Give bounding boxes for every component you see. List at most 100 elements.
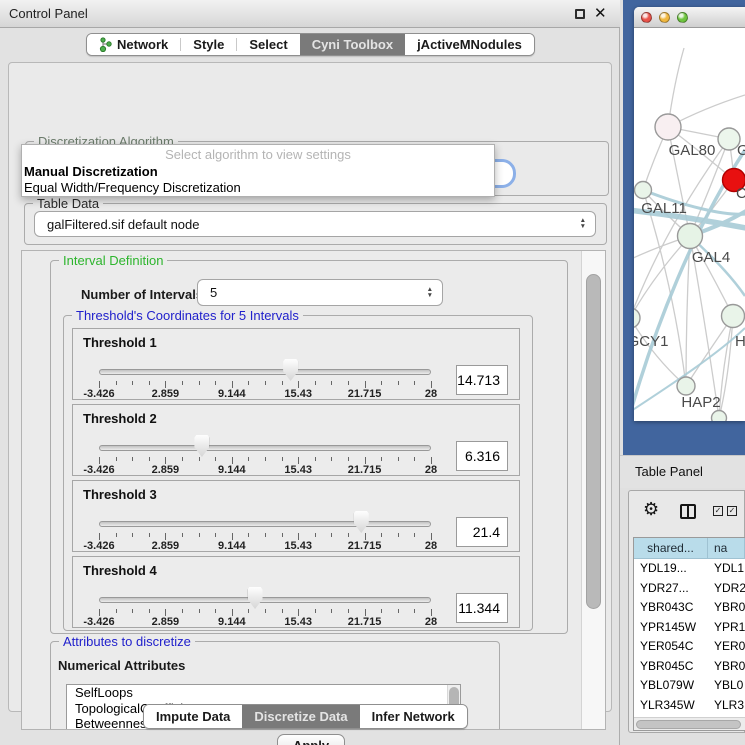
combobox-value: galFiltered.sif default node [47,217,199,232]
scrollbar-thumb[interactable] [636,720,741,729]
table-row[interactable]: YLR345W YLR3 [634,696,745,716]
table-cell: YDL19... [634,559,708,579]
control-panel-titlebar: Control Panel ✕ [0,0,620,28]
slider-thumb[interactable] [283,359,298,381]
table-row[interactable]: YPR145W YPR1 [634,618,745,638]
node-hap2[interactable] [677,377,695,395]
column-header-shared-name[interactable]: shared... [634,538,708,559]
tab-cyni-toolbox[interactable]: Cyni Toolbox [300,34,405,55]
tab-impute-data[interactable]: Impute Data [144,705,242,728]
table-row[interactable]: YBR043C YBR0 [634,598,745,618]
stepper-icon: ▲▼ [580,218,586,230]
slider-track[interactable] [99,445,431,451]
node-bottom[interactable] [712,411,727,422]
close-traffic-light[interactable] [641,12,652,23]
table-cell: YBR045C [634,657,708,677]
tab-style[interactable]: Style [181,34,236,55]
table-row[interactable]: YBL079W YBL0 [634,676,745,696]
table-cell: YDR2 [708,579,745,599]
table-cell: YER0 [708,637,745,657]
node-label: H [735,333,745,350]
table-panel: ⚙ ✓ ✓ shared... na YDL19... YDL1 YDR27..… [628,490,745,733]
tab-network[interactable]: Network [87,34,180,55]
table-cell: YPR145W [634,618,708,638]
network-canvas[interactable]: GAL80 G C GAL11 GAL4 GCY1 H HAP2 [634,28,745,421]
node-h[interactable] [722,305,745,328]
scale-label: -3.426 [83,616,114,628]
tab-discretize-data[interactable]: Discretize Data [242,705,359,728]
panel-title: Control Panel [9,6,88,21]
table-row[interactable]: YDR27... YDR2 [634,579,745,599]
node-label: GAL11 [641,200,687,217]
table-cell: YBR0 [708,657,745,677]
node-gal11[interactable] [635,182,652,199]
slider-scale-labels: -3.4262.8599.14415.4321.71528 [73,388,519,401]
threshold-label: Threshold 4 [83,563,157,578]
column-header-name[interactable]: na [708,538,745,559]
close-icon[interactable]: ✕ [594,4,607,22]
gear-icon[interactable]: ⚙ [643,499,659,520]
table-row[interactable]: YER054C YER0 [634,637,745,657]
cyni-mode-tabs: Impute Data Discretize Data Infer Networ… [143,704,468,729]
tab-select[interactable]: Select [237,34,299,55]
scale-label: 21.715 [348,388,382,400]
scale-label: 21.715 [348,464,382,476]
node-label: C [736,185,745,202]
attribute-item[interactable]: SelfLoops [67,685,460,701]
slider-thumb[interactable] [248,587,263,609]
table-cell: YDR27... [634,579,708,599]
threshold-panel: Threshold 1 -3.4262.8599.14415.4321.7152… [72,328,520,400]
threshold-label: Threshold 1 [83,335,157,350]
apply-button[interactable]: Apply [277,734,345,745]
scale-label: 28 [425,616,437,628]
combobox-value: 5 [210,285,217,300]
slider-track[interactable] [99,369,431,375]
threshold-panel: Threshold 3 -3.4262.8599.14415.4321.7152… [72,480,520,552]
minimize-traffic-light[interactable] [659,12,670,23]
scale-label: 9.144 [218,540,246,552]
threshold-value-field[interactable]: 11.344 [456,593,508,623]
scale-label: 28 [425,388,437,400]
tab-jactivemnodules[interactable]: jActiveMNodules [405,34,534,55]
network-window-titlebar[interactable] [634,7,745,28]
table-data-combobox[interactable]: galFiltered.sif default node ▲▼ [34,211,596,237]
zoom-traffic-light[interactable] [677,12,688,23]
table-row[interactable]: YBR045C YBR0 [634,657,745,677]
column-view-icon[interactable] [680,504,696,519]
checkbox-icon[interactable]: ✓ [727,506,737,516]
slider-track[interactable] [99,597,431,603]
scale-label: 9.144 [218,464,246,476]
slider-thumb[interactable] [354,511,369,533]
node-table: shared... na YDL19... YDL1 YDR27... YDR2… [633,537,745,731]
dropdown-hint-item[interactable]: Select algorithm to view settings [22,145,494,164]
checkbox-icon[interactable]: ✓ [713,506,723,516]
node-gcy1[interactable] [634,308,640,328]
scale-label: 9.144 [218,388,246,400]
slider-thumb[interactable] [194,435,209,457]
threshold-value-field[interactable]: 14.713 [456,365,508,395]
threshold-value-field[interactable]: 6.316 [456,441,508,471]
network-view-window[interactable]: GAL80 G C GAL11 GAL4 GCY1 H HAP2 [634,7,745,421]
node-gal4[interactable] [678,224,703,249]
table-cell: YER054C [634,637,708,657]
numerical-attributes-label: Numerical Attributes [58,658,185,673]
dropdown-option-manual[interactable]: Manual Discretization [22,164,494,180]
table-row[interactable]: YDL19... YDL1 [634,559,745,579]
dropdown-option-equal-width[interactable]: Equal Width/Frequency Discretization [22,180,494,196]
tab-infer-network[interactable]: Infer Network [360,705,467,728]
node-gal80[interactable] [655,114,681,140]
threshold-value-field[interactable]: 21.4 [456,517,508,547]
vertical-scrollbar[interactable] [581,251,605,730]
scale-label: 15.43 [284,464,312,476]
group-label: Table Data [33,196,103,211]
scrollbar-thumb[interactable] [586,274,601,609]
horizontal-scrollbar[interactable] [634,717,745,730]
float-window-icon[interactable] [575,9,585,19]
control-panel-window: Control Panel ✕ Network Style Select Cyn… [0,0,620,745]
slider-track[interactable] [99,521,431,527]
tab-label: Discretize Data [254,709,347,724]
slider-scale-labels: -3.4262.8599.14415.4321.71528 [73,616,519,629]
node-label: GAL80 [669,142,716,159]
interval-definition-group: Interval Definition Number of Intervals … [50,260,568,634]
number-of-intervals-combobox[interactable]: 5 ▲▼ [197,279,443,306]
